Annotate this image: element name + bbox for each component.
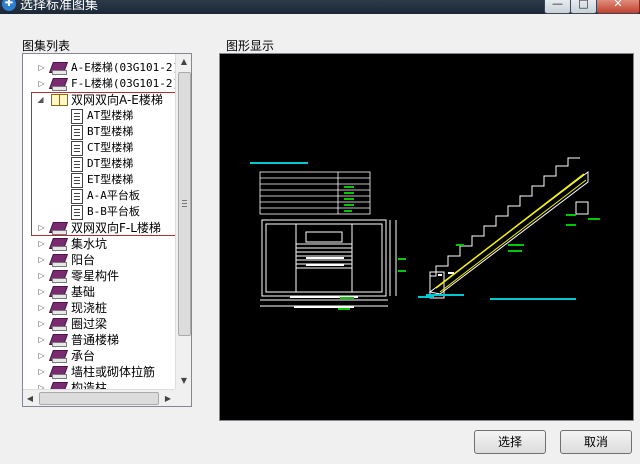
- tree-item-label: 承台: [71, 349, 96, 363]
- scroll-down-arrow-icon[interactable]: ▼: [176, 373, 191, 389]
- section-notes: [418, 294, 576, 300]
- tree-item-label: 阳台: [71, 253, 96, 267]
- book-icon: [48, 318, 69, 331]
- minimize-button[interactable]: —: [544, 0, 571, 14]
- tree-item-label: A-E楼梯(03G101-2): [71, 61, 180, 74]
- expand-icon[interactable]: ▷: [37, 236, 46, 252]
- expand-icon[interactable]: ▷: [37, 284, 46, 300]
- expand-icon[interactable]: ▷: [37, 332, 46, 348]
- drawing-preview: [219, 53, 634, 421]
- tree-panel-label: 图集列表: [22, 39, 71, 53]
- atlas-tree[interactable]: ▷ A-E楼梯(03G101-2) ▷ F-L楼梯(03G101-2) ◢ 双网…: [22, 53, 192, 407]
- expand-icon[interactable]: ▷: [37, 300, 46, 316]
- cad-drawing: [250, 157, 600, 310]
- title-bar[interactable]: ✚ 选择标准图集 — □ ✕: [0, 0, 640, 14]
- window-title: 选择标准图集: [20, 0, 99, 13]
- tree-item-label: 墙柱或砌体拉筋: [71, 365, 156, 379]
- stair-section: [428, 157, 589, 299]
- tree-item-label: 现浇桩: [71, 301, 108, 315]
- book-icon: [48, 366, 69, 379]
- expand-icon[interactable]: ▷: [37, 76, 46, 92]
- book-icon: [48, 270, 69, 283]
- cancel-button[interactable]: 取消: [560, 430, 632, 454]
- selection-frame: [31, 92, 178, 236]
- expand-icon[interactable]: ▷: [37, 268, 46, 284]
- horizontal-scrollbar[interactable]: ◀ ▶: [23, 389, 175, 406]
- stair-plan: [260, 219, 397, 307]
- vertical-scroll-thumb[interactable]: [178, 72, 191, 336]
- horizontal-scroll-thumb[interactable]: [39, 392, 159, 405]
- scroll-right-arrow-icon[interactable]: ▶: [161, 390, 175, 406]
- close-button[interactable]: ✕: [596, 0, 640, 14]
- tree-item-label: 基础: [71, 285, 96, 299]
- rebar-line-lower: [439, 179, 587, 293]
- book-icon: [48, 334, 69, 347]
- tree-item-label: 零星构件: [71, 269, 120, 283]
- tree-item-label: 圈过梁: [71, 317, 108, 331]
- book-icon: [48, 238, 69, 251]
- vertical-scrollbar[interactable]: ▲ ▼: [175, 54, 191, 389]
- expand-icon[interactable]: ▷: [37, 60, 46, 76]
- book-icon: [48, 302, 69, 315]
- tree-item-label: F-L楼梯(03G101-2): [71, 77, 180, 90]
- expand-icon[interactable]: ▷: [37, 316, 46, 332]
- app-icon: ✚: [2, 0, 16, 11]
- preview-panel-label: 图形显示: [226, 39, 275, 53]
- expand-icon[interactable]: ▷: [37, 252, 46, 268]
- tree-item-label: 集水坑: [71, 237, 108, 251]
- maximize-button[interactable]: □: [570, 0, 597, 14]
- expand-icon[interactable]: ▷: [37, 348, 46, 364]
- expand-icon[interactable]: ▷: [37, 364, 46, 380]
- section-labels: [456, 214, 600, 252]
- book-icon: [48, 62, 69, 75]
- book-icon: [48, 78, 69, 91]
- book-icon: [48, 254, 69, 267]
- scroll-up-arrow-icon[interactable]: ▲: [176, 54, 191, 70]
- rebar-line: [435, 173, 585, 289]
- book-icon: [48, 286, 69, 299]
- scroll-left-arrow-icon[interactable]: ◀: [23, 390, 37, 406]
- scrollbar-corner: [175, 389, 191, 406]
- tree-item-label: 普通楼梯: [71, 333, 120, 347]
- select-button[interactable]: 选择: [474, 430, 546, 454]
- book-icon: [48, 350, 69, 363]
